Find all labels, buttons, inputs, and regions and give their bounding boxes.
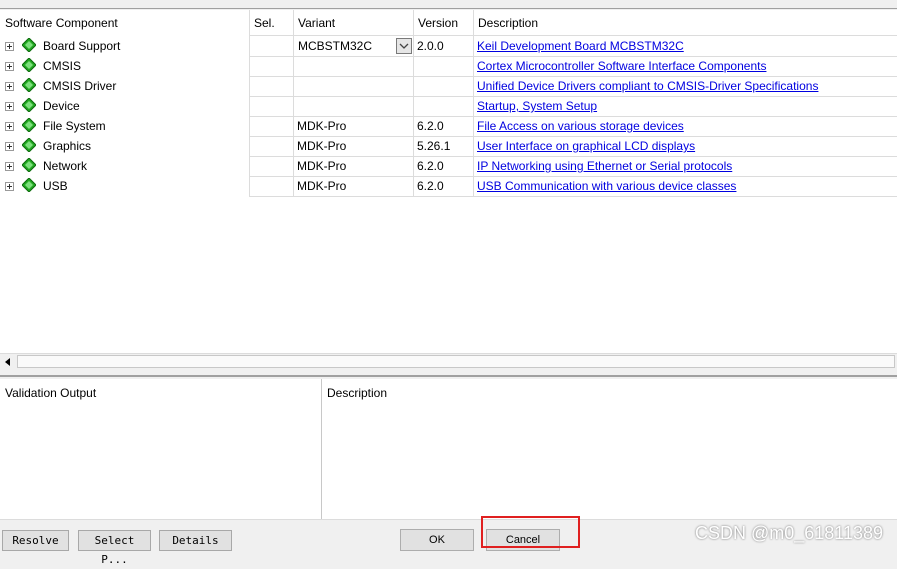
table-row-device[interactable]: Device Startup, System Setup (0, 96, 897, 116)
validation-description-label: Description (327, 386, 388, 400)
variant-value: MDK-Pro (297, 159, 347, 173)
chevron-down-icon[interactable] (396, 38, 412, 54)
component-name: Device (43, 99, 80, 113)
header-version[interactable]: Version (413, 10, 478, 35)
component-tree-table: Software Component Sel. Variant Version … (0, 10, 897, 354)
plus-box-icon[interactable] (5, 182, 14, 191)
green-gem-icon (22, 98, 36, 112)
plus-box-icon[interactable] (5, 142, 14, 151)
header-software-component[interactable]: Software Component (0, 10, 254, 35)
plus-box-icon[interactable] (5, 42, 14, 51)
details-button[interactable]: Details (159, 530, 232, 551)
watermark: CSDN @m0_61811389 (694, 523, 883, 543)
validation-panel: Validation Output Description (0, 379, 897, 519)
window-top-edge (0, 0, 897, 9)
plus-box-icon[interactable] (5, 122, 14, 131)
component-name: CMSIS (43, 59, 82, 73)
green-gem-icon (22, 158, 36, 172)
select-packs-button[interactable]: Select P... (78, 530, 151, 566)
description-link[interactable]: File Access on various storage devices (473, 116, 684, 136)
description-link[interactable]: Startup, System Setup (473, 96, 597, 116)
description-link[interactable]: Keil Development Board MCBSTM32C (473, 36, 684, 56)
cancel-highlight-box (481, 516, 580, 548)
green-gem-icon (22, 38, 36, 52)
validation-output-label: Validation Output (5, 386, 97, 400)
scrollbar-track[interactable] (17, 355, 895, 368)
panel-splitter[interactable] (0, 370, 897, 377)
green-gem-icon (22, 178, 36, 192)
plus-box-icon[interactable] (5, 82, 14, 91)
grid-line (249, 196, 897, 197)
description-link[interactable]: Cortex Microcontroller Software Interfac… (473, 56, 766, 76)
arrow-left-icon[interactable] (1, 355, 16, 369)
plus-box-icon[interactable] (5, 62, 14, 71)
plus-box-icon[interactable] (5, 162, 14, 171)
description-link[interactable]: User Interface on graphical LCD displays (473, 136, 695, 156)
version-value: 2.0.0 (417, 39, 444, 53)
version-value: 6.2.0 (417, 179, 444, 193)
version-value: 5.26.1 (417, 139, 451, 153)
variant-value: MDK-Pro (297, 179, 347, 193)
description-link[interactable]: USB Communication with various device cl… (473, 176, 736, 196)
version-value: 6.2.0 (417, 159, 444, 173)
green-gem-icon (22, 118, 36, 132)
component-name: CMSIS Driver (43, 79, 117, 93)
resolve-button[interactable]: Resolve (2, 530, 69, 551)
table-row-usb[interactable]: USB MDK-Pro 6.2.0 USB Communication with… (0, 176, 897, 196)
component-name: Board Support (43, 39, 121, 53)
description-link[interactable]: Unified Device Drivers compliant to CMSI… (473, 76, 818, 96)
description-link[interactable]: IP Networking using Ethernet or Serial p… (473, 156, 732, 176)
header-variant[interactable]: Variant (293, 10, 418, 35)
table-row-cmsis[interactable]: CMSIS Cortex Microcontroller Software In… (0, 56, 897, 76)
version-value: 6.2.0 (417, 119, 444, 133)
plus-box-icon[interactable] (5, 102, 14, 111)
green-gem-icon (22, 138, 36, 152)
header-description[interactable]: Description (473, 10, 897, 35)
component-name: Network (43, 159, 88, 173)
variant-dropdown[interactable]: MCBSTM32C (294, 37, 413, 55)
component-name: USB (43, 179, 68, 193)
table-row-board-support[interactable]: Board Support MCBSTM32C 2.0.0 Keil Devel… (0, 36, 897, 56)
header-sel[interactable]: Sel. (249, 10, 298, 35)
component-name: Graphics (43, 139, 92, 153)
table-row-cmsis-driver[interactable]: CMSIS Driver Unified Device Drivers comp… (0, 76, 897, 96)
panel-divider[interactable] (321, 379, 322, 519)
table-row-network[interactable]: Network MDK-Pro 6.2.0 IP Networking usin… (0, 156, 897, 176)
ok-button[interactable]: OK (400, 529, 474, 551)
variant-value: MDK-Pro (297, 119, 347, 133)
table-row-file-system[interactable]: File System MDK-Pro 6.2.0 File Access on… (0, 116, 897, 136)
horizontal-scrollbar[interactable] (0, 353, 897, 369)
green-gem-icon (22, 58, 36, 72)
green-gem-icon (22, 78, 36, 92)
component-name: File System (43, 119, 106, 133)
table-row-graphics[interactable]: Graphics MDK-Pro 5.26.1 User Interface o… (0, 136, 897, 156)
variant-value: MCBSTM32C (298, 39, 373, 53)
variant-value: MDK-Pro (297, 139, 347, 153)
